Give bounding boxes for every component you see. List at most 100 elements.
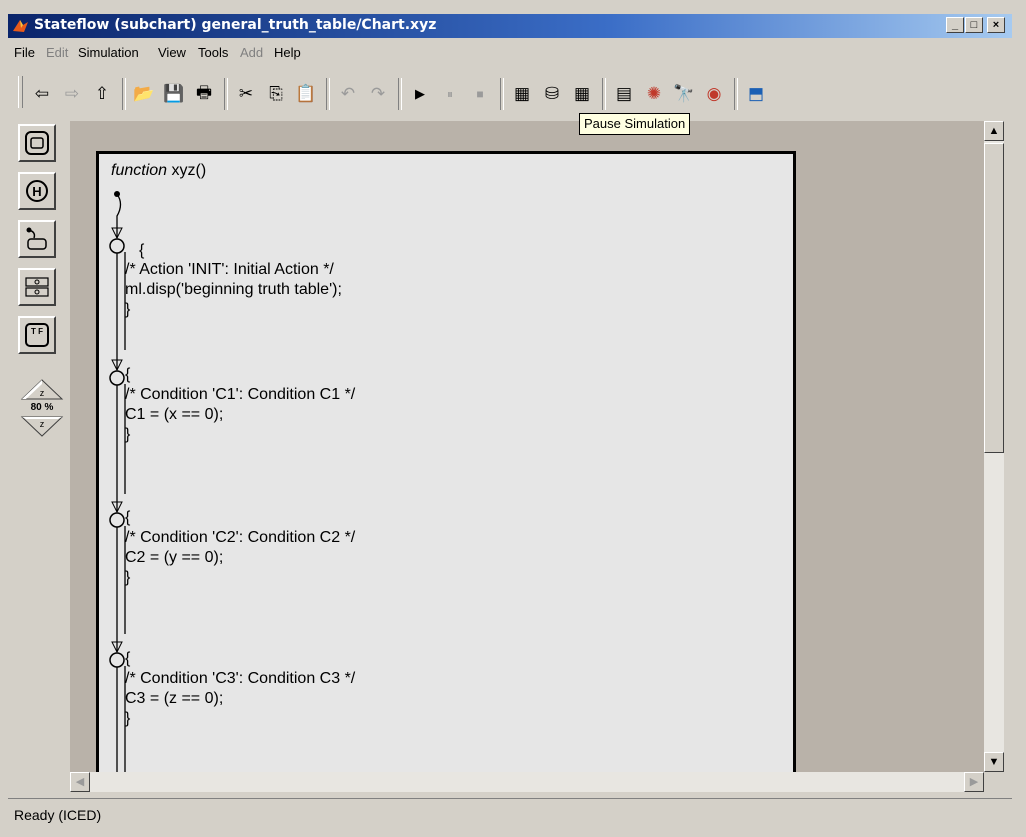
junction-0[interactable] bbox=[109, 238, 125, 254]
back-icon[interactable]: ⇦ bbox=[30, 82, 54, 106]
block-1-condition[interactable]: C1 = (x == 0); bbox=[125, 406, 223, 424]
function-signature[interactable]: function xyz() bbox=[111, 162, 206, 180]
menu-tools[interactable]: Tools bbox=[198, 45, 228, 60]
debugger-icon[interactable]: ✺ bbox=[642, 82, 666, 106]
toolbar-grip[interactable] bbox=[18, 76, 23, 108]
history-junction-icon: H bbox=[26, 180, 48, 202]
zoom-in-icon[interactable]: z bbox=[20, 378, 64, 400]
window-title: Stateflow (subchart) general_truth_table… bbox=[34, 17, 437, 33]
open-folder-icon[interactable]: 📂 bbox=[132, 82, 156, 106]
redo-icon[interactable]: ↷ bbox=[366, 82, 390, 106]
default-transition-button[interactable] bbox=[18, 220, 56, 258]
paste-icon[interactable]: 📋 bbox=[294, 82, 318, 106]
toolbar: ⇦ ⇨ ⇧ 📂 💾 🖶 ✂ ⎘ 📋 ↶ ↷ ▶ ⏸ ■ ▦ ⛁ ▦ ▤ ✺ 🔭 … bbox=[8, 68, 1012, 116]
vertical-scroll-thumb[interactable] bbox=[984, 143, 1004, 453]
transition-1[interactable] bbox=[116, 384, 126, 512]
menu-help[interactable]: Help bbox=[274, 45, 301, 60]
parent-icon[interactable]: ⬒ bbox=[744, 82, 768, 106]
state-tool-button[interactable] bbox=[18, 124, 56, 162]
menu-bar: File Edit Simulation View Tools Add Help bbox=[8, 42, 1012, 64]
history-junction-button[interactable]: H bbox=[18, 172, 56, 210]
menu-simulation[interactable]: Simulation bbox=[78, 45, 139, 60]
scrollbar-corner bbox=[984, 772, 1004, 792]
svg-text:z: z bbox=[40, 388, 45, 398]
scroll-left-button[interactable]: ◀ bbox=[70, 772, 90, 792]
toolbar-separator bbox=[224, 78, 228, 110]
close-button[interactable]: × bbox=[987, 17, 1005, 33]
object-palette: H T F z 80 % z bbox=[8, 118, 66, 778]
copy-icon[interactable]: ⎘ bbox=[264, 82, 288, 106]
zoom-level-label: 80 % bbox=[30, 402, 54, 413]
block-1-close[interactable]: } bbox=[125, 426, 130, 444]
forward-icon[interactable]: ⇨ bbox=[60, 82, 84, 106]
block-0-action[interactable]: ml.disp('beginning truth table'); bbox=[125, 281, 342, 299]
state-icon bbox=[25, 131, 49, 155]
stateflow-app-icon bbox=[13, 20, 28, 32]
svg-text:z: z bbox=[40, 419, 45, 429]
print-icon[interactable]: 🖶 bbox=[192, 82, 216, 106]
block-0-open[interactable]: { bbox=[139, 242, 144, 260]
transition-3[interactable] bbox=[116, 666, 126, 772]
toolbar-separator bbox=[398, 78, 402, 110]
menu-add[interactable]: Add bbox=[240, 45, 263, 60]
block-2-comment[interactable]: /* Condition 'C2': Condition C2 */ bbox=[125, 529, 355, 547]
svg-text:T F: T F bbox=[31, 327, 43, 336]
transition-0[interactable] bbox=[116, 252, 126, 370]
transition-2[interactable] bbox=[116, 526, 126, 652]
block-2-open[interactable]: { bbox=[125, 509, 130, 527]
block-2-condition[interactable]: C2 = (y == 0); bbox=[125, 549, 223, 567]
connective-junction-icon bbox=[25, 277, 49, 297]
junction-2[interactable] bbox=[109, 512, 125, 528]
cut-icon[interactable]: ✂ bbox=[234, 82, 258, 106]
rebuild-icon[interactable]: ▦ bbox=[570, 82, 594, 106]
status-bar: Ready (ICED) bbox=[8, 798, 1012, 827]
horizontal-scrollbar[interactable]: ◀ ▶ bbox=[70, 772, 984, 792]
block-1-open[interactable]: { bbox=[125, 366, 130, 384]
block-3-open[interactable]: { bbox=[125, 650, 130, 668]
block-2-close[interactable]: } bbox=[125, 569, 130, 587]
block-0-comment[interactable]: /* Action 'INIT': Initial Action */ bbox=[125, 261, 334, 279]
toolbar-separator bbox=[500, 78, 504, 110]
block-3-close[interactable]: } bbox=[125, 710, 130, 728]
block-3-comment[interactable]: /* Condition 'C3': Condition C3 */ bbox=[125, 670, 355, 688]
truth-table-icon: T F bbox=[25, 323, 49, 347]
undo-icon[interactable]: ↶ bbox=[336, 82, 360, 106]
junction-1[interactable] bbox=[109, 370, 125, 386]
menu-edit[interactable]: Edit bbox=[46, 45, 68, 60]
pause-icon[interactable]: ⏸ bbox=[438, 82, 462, 106]
block-0-close[interactable]: } bbox=[125, 301, 130, 319]
chart-canvas[interactable]: function xyz() {/* Action 'INIT': Initi… bbox=[70, 121, 984, 772]
toolbar-separator bbox=[326, 78, 330, 110]
scroll-up-button[interactable]: ▲ bbox=[984, 121, 1004, 141]
vertical-scrollbar[interactable]: ▲ ▼ bbox=[984, 121, 1004, 772]
title-bar[interactable]: Stateflow (subchart) general_truth_table… bbox=[8, 14, 1012, 38]
status-text: Ready (ICED) bbox=[14, 807, 102, 823]
stateflow-window: Stateflow (subchart) general_truth_table… bbox=[0, 0, 1026, 837]
target-icon[interactable]: ◉ bbox=[702, 82, 726, 106]
incremental-build-icon[interactable]: ⛁ bbox=[540, 82, 564, 106]
zoom-control: z 80 % z bbox=[20, 378, 64, 442]
maximize-button[interactable]: □ bbox=[965, 17, 983, 33]
play-icon[interactable]: ▶ bbox=[408, 82, 432, 106]
menu-file[interactable]: File bbox=[14, 45, 35, 60]
connective-junction-button[interactable] bbox=[18, 268, 56, 306]
zoom-out-icon[interactable]: z bbox=[20, 416, 64, 438]
pause-simulation-tooltip: Pause Simulation bbox=[579, 113, 691, 135]
truth-table-button[interactable]: T F bbox=[18, 316, 56, 354]
save-icon[interactable]: 💾 bbox=[162, 82, 186, 106]
stop-icon[interactable]: ■ bbox=[468, 82, 492, 106]
minimize-button[interactable]: _ bbox=[946, 17, 964, 33]
block-3-condition[interactable]: C3 = (z == 0); bbox=[125, 690, 223, 708]
junction-3[interactable] bbox=[109, 652, 125, 668]
build-icon[interactable]: ▦ bbox=[510, 82, 534, 106]
menu-view[interactable]: View bbox=[158, 45, 186, 60]
explorer-icon[interactable]: ▤ bbox=[612, 82, 636, 106]
function-keyword: function bbox=[111, 162, 168, 179]
graphical-function-box[interactable]: function xyz() {/* Action 'INIT': Initi… bbox=[96, 151, 796, 772]
up-icon[interactable]: ⇧ bbox=[90, 82, 114, 106]
find-icon[interactable]: 🔭 bbox=[672, 82, 696, 106]
toolbar-separator bbox=[734, 78, 738, 110]
block-1-comment[interactable]: /* Condition 'C1': Condition C1 */ bbox=[125, 386, 355, 404]
scroll-down-button[interactable]: ▼ bbox=[984, 752, 1004, 772]
scroll-right-button[interactable]: ▶ bbox=[964, 772, 984, 792]
